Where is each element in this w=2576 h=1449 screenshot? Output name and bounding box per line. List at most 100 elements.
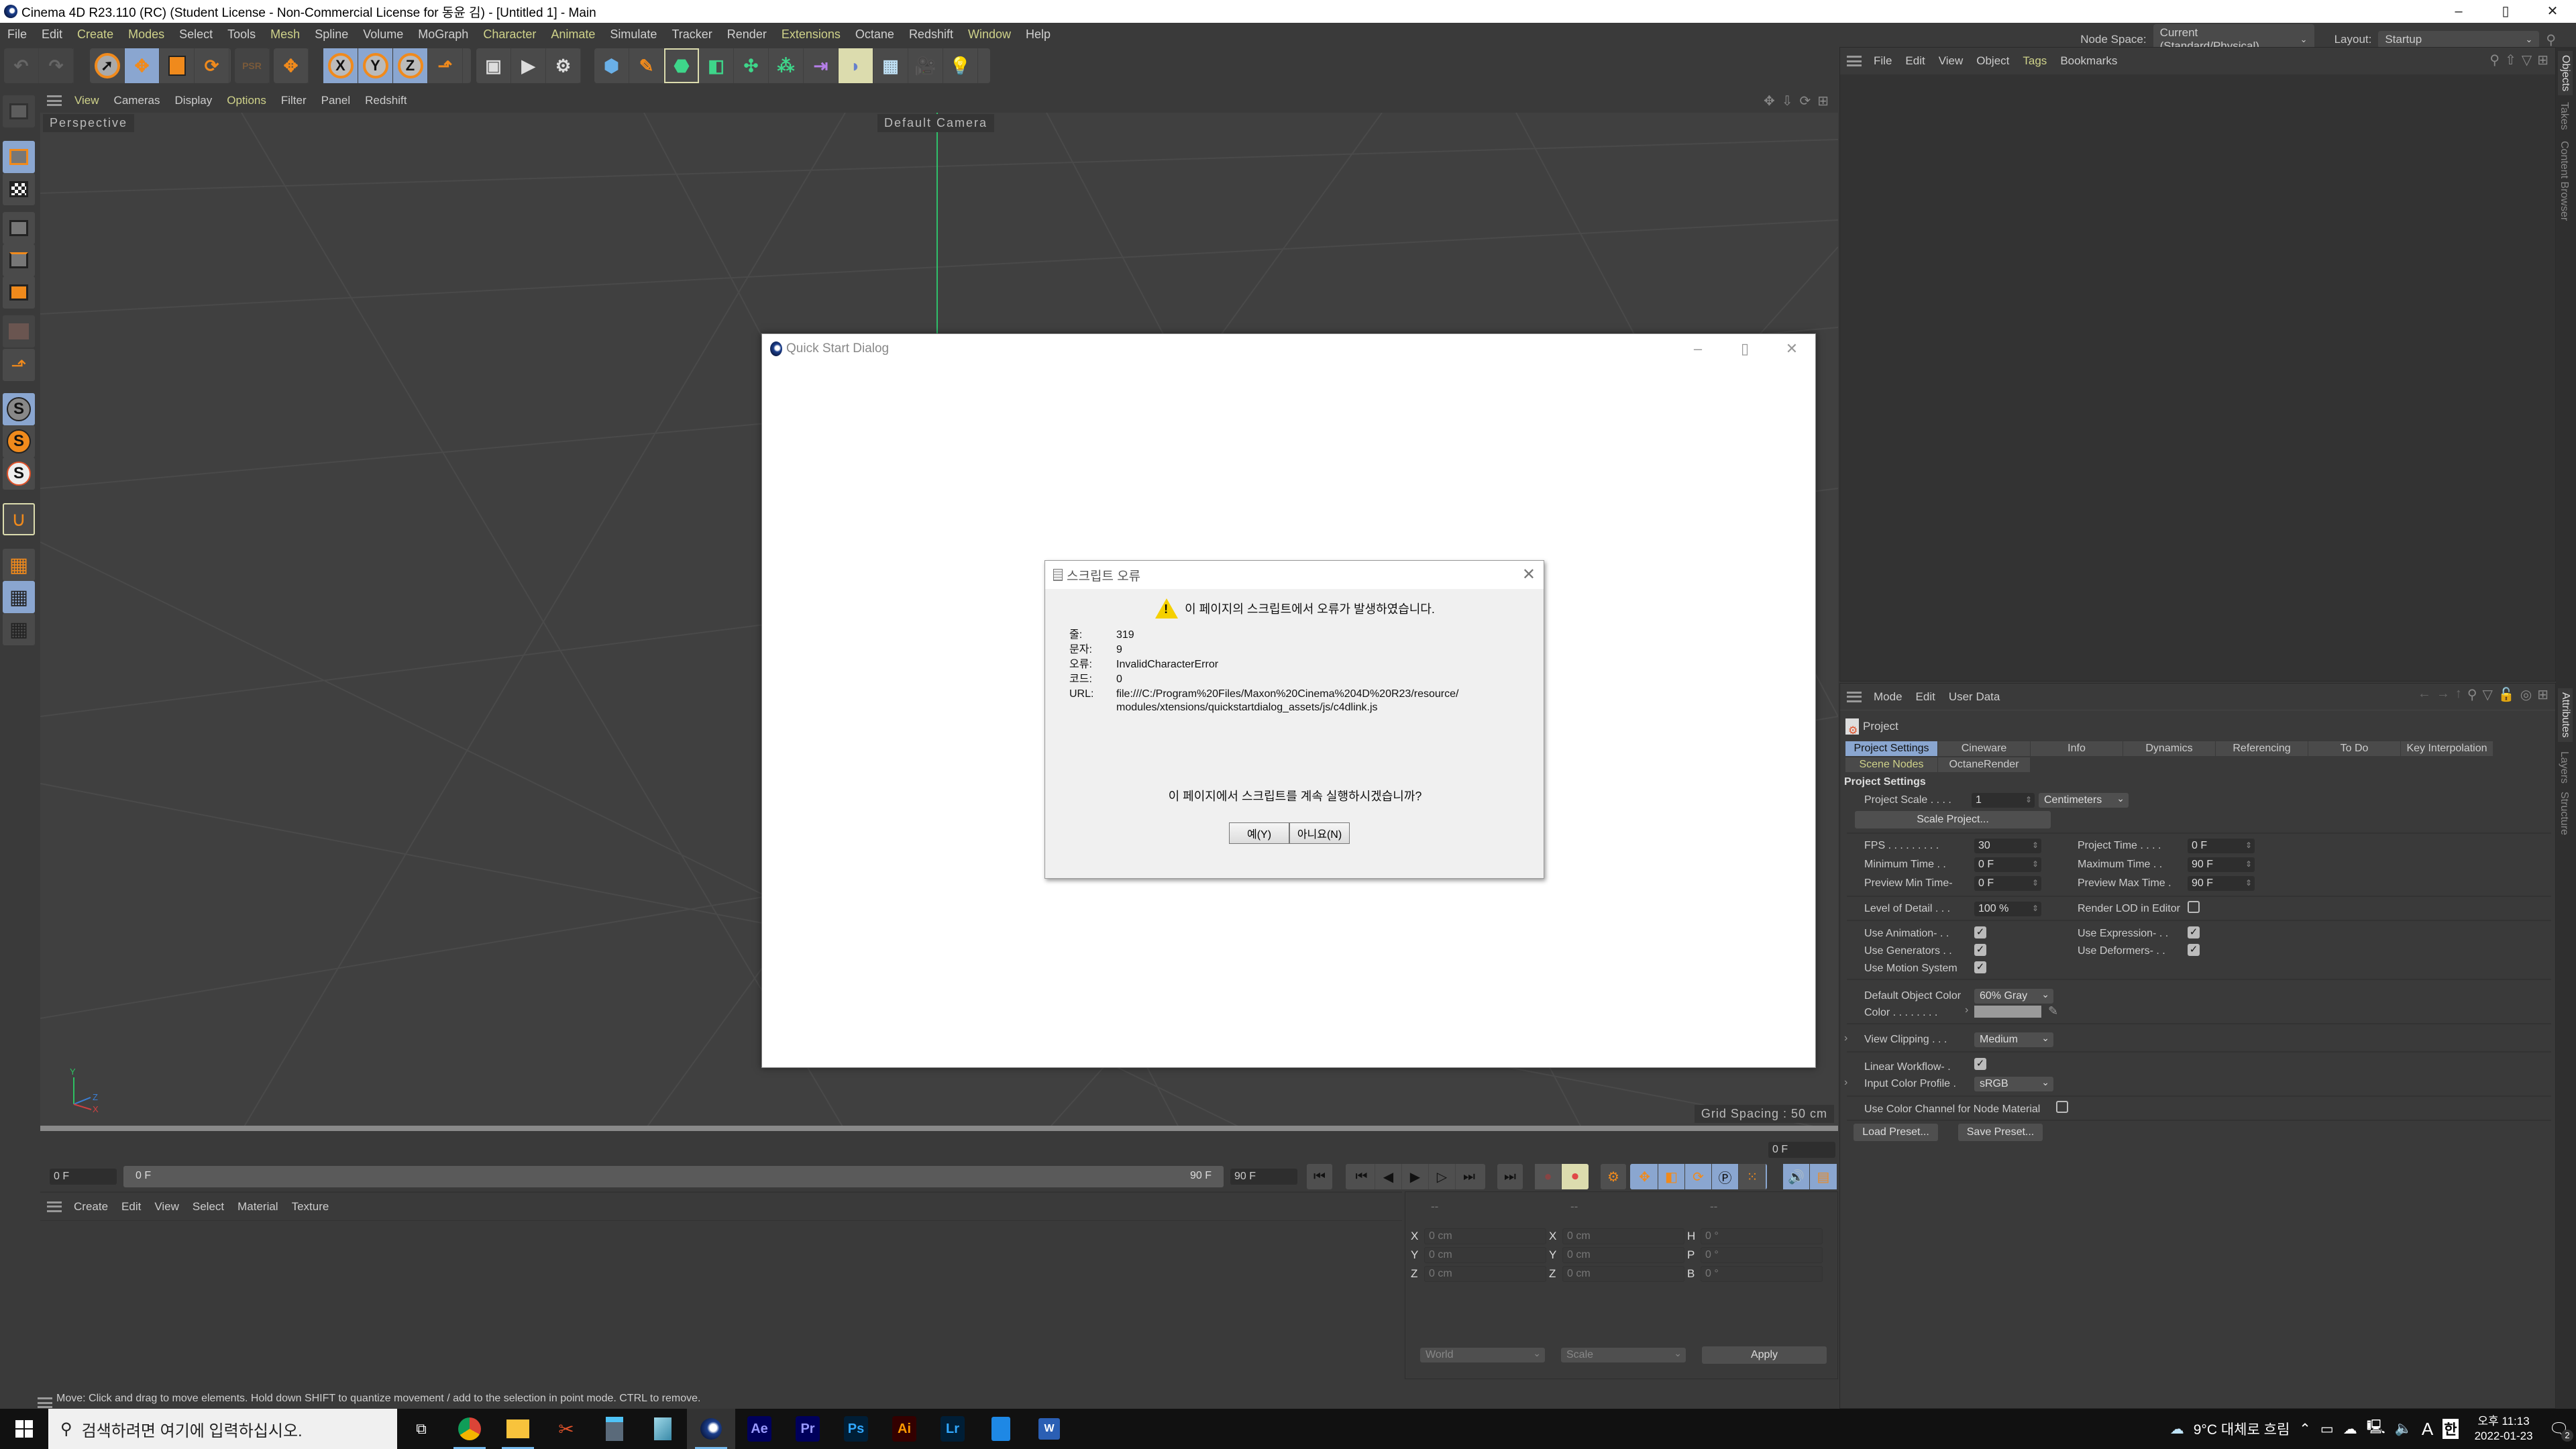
view-clipping-dropdown[interactable]: Medium [1974, 1032, 2053, 1047]
hamburger-menu-icon[interactable] [47, 1201, 62, 1212]
tab-content-browser[interactable]: Content Browser [2558, 141, 2570, 221]
toggle-layout-icon[interactable]: ⊞ [1817, 93, 1829, 109]
render-lod-checkbox[interactable] [2188, 901, 2200, 913]
menu-octane[interactable]: Octane [848, 28, 902, 42]
planar-workplane-icon[interactable]: ▦ [3, 613, 35, 645]
node-material-checkbox[interactable] [2056, 1101, 2068, 1113]
object-menu-file[interactable]: File [1867, 54, 1898, 68]
search-icon[interactable]: ⚲ [2489, 52, 2500, 68]
tab-dynamics[interactable]: Dynamics [2123, 741, 2216, 756]
menu-spline[interactable]: Spline [307, 28, 356, 42]
next-key-icon[interactable]: ⏭ [1456, 1164, 1483, 1189]
scale-project-button[interactable]: Scale Project... [1855, 811, 2051, 828]
size-z-input[interactable]: 0 cm [1562, 1266, 1684, 1282]
subdivision-icon[interactable]: ⬣ [664, 48, 699, 83]
onedrive-icon[interactable]: ☁ [2343, 1421, 2357, 1438]
undo-icon[interactable]: ↶ [4, 48, 39, 83]
material-menu-select[interactable]: Select [186, 1200, 231, 1214]
target-icon[interactable]: ◎ [2520, 686, 2532, 703]
use-generators-checkbox[interactable]: ✓ [1974, 944, 1986, 956]
x-axis-lock-icon[interactable]: X [323, 48, 358, 83]
workplane-icon[interactable]: ▦ [3, 549, 35, 581]
solo-hierarchy-icon[interactable]: S [3, 458, 35, 490]
camera-icon[interactable]: 🎥 [908, 48, 943, 83]
adobe-pr-icon[interactable]: Pr [784, 1409, 832, 1449]
eyedropper-icon[interactable]: ✎ [2048, 1004, 2058, 1018]
new-panel-icon[interactable]: ⊞ [2537, 52, 2548, 68]
maximize-button[interactable]: ▯ [2482, 0, 2529, 23]
menu-window[interactable]: Window [961, 28, 1018, 42]
mograph-icon[interactable]: ⁂ [769, 48, 804, 83]
rotation-h-input[interactable]: 0 ° [1701, 1228, 1823, 1244]
object-menu-tags[interactable]: Tags [2016, 54, 2053, 68]
rotation-p-input[interactable]: 0 ° [1701, 1247, 1823, 1263]
play-icon[interactable]: ▶ [1402, 1164, 1429, 1189]
key-position-icon[interactable]: ✥ [1631, 1164, 1658, 1189]
render-view-icon[interactable]: ▣ [476, 48, 511, 83]
pen-icon[interactable]: ✎ [629, 48, 664, 83]
key-rotation-icon[interactable]: ⟳ [1685, 1164, 1712, 1189]
adobe-lr-icon[interactable]: Lr [928, 1409, 977, 1449]
close-icon[interactable]: ✕ [1522, 565, 1536, 584]
tab-objects[interactable]: Objects [2558, 51, 2573, 96]
previous-key-icon[interactable]: ⏮ [1348, 1164, 1375, 1189]
menu-tracker[interactable]: Tracker [664, 28, 719, 42]
model-mode-icon[interactable] [3, 141, 35, 173]
fps-input[interactable]: 30 [1974, 839, 2041, 853]
move-icon[interactable]: ✥ [125, 48, 160, 83]
preview-max-input[interactable]: 90 F [2188, 876, 2255, 891]
menu-mograph[interactable]: MoGraph [411, 28, 476, 42]
tab-takes[interactable]: Takes [2558, 102, 2570, 130]
weather-icon[interactable]: ☁ [2170, 1421, 2184, 1438]
tab-project-settings[interactable]: Project Settings [1845, 741, 1938, 756]
preview-min-input[interactable]: 0 F [1974, 876, 2041, 891]
menu-extensions[interactable]: Extensions [774, 28, 848, 42]
current-frame-field[interactable]: 0 F [1768, 1142, 1835, 1158]
qsd-minimize-button[interactable]: – [1674, 334, 1721, 364]
minimize-button[interactable]: – [2435, 0, 2482, 23]
viewport-menu-view[interactable]: View [67, 94, 107, 107]
edges-mode-icon[interactable] [3, 244, 35, 276]
project-scale-unit-dropdown[interactable]: Centimeters [2039, 792, 2129, 808]
live-selection-icon[interactable]: ➚ [90, 48, 125, 83]
task-view-icon[interactable]: ⧉ [397, 1409, 445, 1449]
calculator-icon[interactable] [590, 1409, 639, 1449]
go-to-end-icon[interactable]: ⏭ [1497, 1164, 1523, 1189]
close-button[interactable]: ✕ [2529, 0, 2576, 23]
material-menu-material[interactable]: Material [231, 1200, 284, 1214]
use-deformers-checkbox[interactable]: ✓ [2188, 944, 2200, 956]
show-hidden-icons-icon[interactable]: ⌃ [2299, 1421, 2311, 1438]
position-x-input[interactable]: 0 cm [1424, 1228, 1546, 1244]
material-menu-texture[interactable]: Texture [285, 1200, 336, 1214]
forward-arrow-icon[interactable]: → [2436, 686, 2450, 703]
qsd-maximize-button[interactable]: ▯ [1721, 334, 1768, 364]
film-strip-icon[interactable]: ▤ [1810, 1164, 1837, 1189]
coordinate-mode-dropdown[interactable]: World [1420, 1347, 1545, 1362]
hamburger-menu-icon[interactable] [38, 1397, 52, 1408]
camera-name-label[interactable]: Default Camera [877, 114, 995, 132]
size-y-input[interactable]: 0 cm [1562, 1247, 1684, 1263]
filter-icon[interactable]: ▽ [2482, 686, 2492, 703]
save-preset-button[interactable]: Save Preset... [1958, 1124, 2043, 1141]
key-pla-icon[interactable]: ⁙ [1739, 1164, 1766, 1189]
use-animation-checkbox[interactable]: ✓ [1974, 926, 1986, 938]
tab-structure[interactable]: Structure [2558, 792, 2570, 835]
texture-mode-icon[interactable] [3, 173, 35, 205]
up-arrow-icon[interactable]: ⇧ [2505, 52, 2516, 68]
menu-file[interactable]: File [0, 28, 34, 42]
material-list[interactable] [40, 1221, 1402, 1379]
record-active-icon[interactable]: ● [1535, 1164, 1562, 1189]
tab-referencing[interactable]: Referencing [2216, 741, 2308, 756]
volume-icon[interactable]: 🔈 [2395, 1421, 2412, 1437]
render-picture-viewer-icon[interactable]: ▶ [511, 48, 546, 83]
redo-icon[interactable]: ↷ [39, 48, 74, 83]
lod-input[interactable]: 100 % [1974, 902, 2041, 916]
expand-arrow-icon[interactable]: › [1844, 1077, 1847, 1089]
tab-cineware[interactable]: Cineware [1938, 741, 2031, 756]
menu-help[interactable]: Help [1018, 28, 1058, 42]
autokey-icon[interactable]: ⏺ [1562, 1164, 1589, 1189]
ime-mode[interactable]: A [2422, 1419, 2433, 1440]
hancom-icon[interactable] [977, 1409, 1025, 1449]
pan-view-icon[interactable]: ✥ [1764, 93, 1775, 109]
expand-arrow-icon[interactable]: › [1965, 1004, 1968, 1016]
